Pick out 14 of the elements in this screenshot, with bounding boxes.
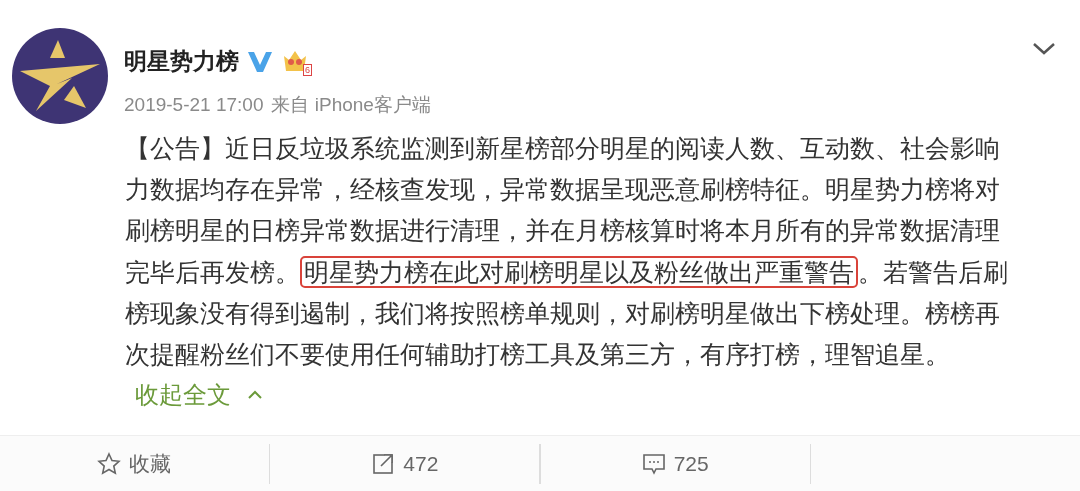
collapse-link[interactable]: 收起全文 (135, 377, 263, 414)
post-time: 2019-5-21 17:00 (124, 92, 264, 117)
account-name: 明星势力榜 (124, 47, 239, 76)
comment-icon (641, 451, 666, 476)
repost-button[interactable]: 472 (365, 446, 445, 481)
avatar-icon (12, 28, 108, 124)
level-badge: 6 (303, 64, 312, 77)
comment-button[interactable]: 725 (635, 446, 715, 481)
share-icon (371, 451, 396, 476)
star-icon (97, 451, 122, 476)
post-source: 来自 iPhone客户端 (271, 92, 431, 117)
post-text: 【公告】近日反垃圾系统监测到新星榜部分明星的阅读人数、互动数、社会影响力数据均存在异常，经核查发现，异常数据呈现恶意刷榜特征。明星势力榜将对刷榜明星的日榜异常数据进行清理，并在月榜核算时将本月所有的异常数据清理完毕后再发榜。 明星势力榜在此对刷榜明星以及粉丝做出严重警告 。若警告后刷榜现象没有得到遏制，我们将按照榜单规则，对刷榜明星做出下榜处理。榜榜再次提醒粉丝们不要使用任何辅助打榜工具及第三方，有序打榜，理智追星。 (125, 133, 1009, 370)
favorite-button[interactable]: 收藏 (91, 446, 178, 481)
caret-up-icon (247, 390, 263, 401)
